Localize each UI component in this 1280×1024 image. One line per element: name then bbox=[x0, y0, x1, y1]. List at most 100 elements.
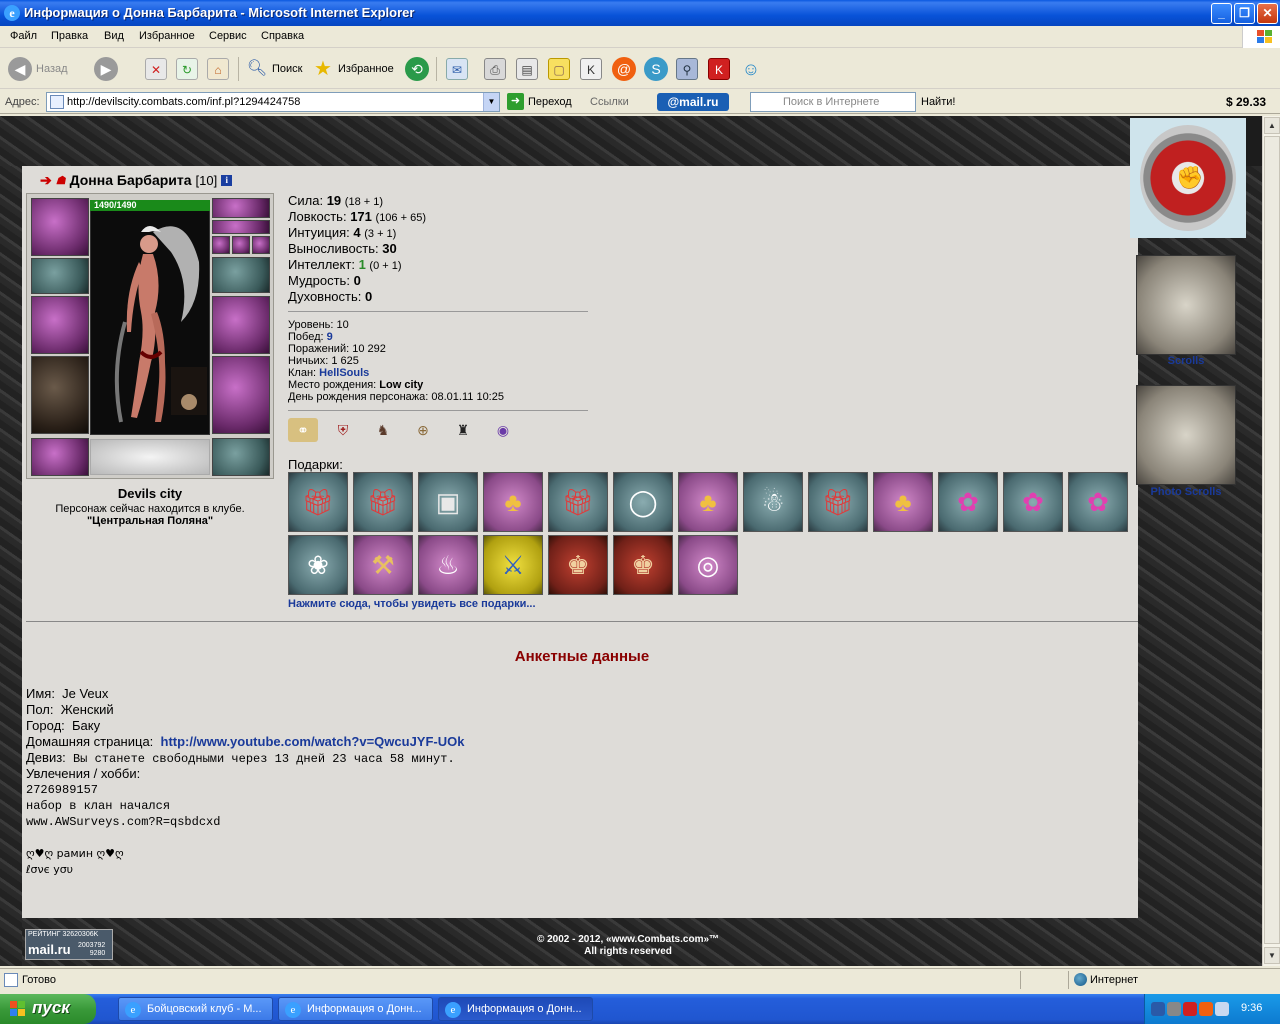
edit-button[interactable]: ▤ bbox=[516, 55, 538, 83]
jack-in-box-icon[interactable]: ♣ bbox=[678, 472, 738, 532]
minimize-button[interactable]: _ bbox=[1211, 3, 1232, 24]
scrolls-link[interactable]: Scrolls bbox=[1136, 355, 1236, 367]
web-search-input[interactable]: Поиск в Интернете bbox=[750, 92, 916, 112]
pearl-necklace-icon[interactable]: ◯ bbox=[613, 472, 673, 532]
tray-arrow-icon[interactable] bbox=[1151, 1002, 1165, 1016]
address-url[interactable]: http://devilscity.combats.com/inf.pl?129… bbox=[67, 96, 300, 108]
ring-slot-2[interactable] bbox=[232, 236, 250, 254]
mailru-logo[interactable]: @mail.ru bbox=[657, 93, 729, 111]
gift-boxes-icon[interactable]: 🎁︎ bbox=[353, 472, 413, 532]
kaspersky-button[interactable]: K bbox=[708, 55, 730, 83]
photo-camera-icon[interactable] bbox=[1136, 385, 1236, 485]
tray-kaspersky-icon[interactable] bbox=[1183, 1002, 1197, 1016]
address-input[interactable]: http://devilscity.combats.com/inf.pl?129… bbox=[46, 92, 500, 112]
wins-link[interactable]: 9 bbox=[327, 331, 333, 343]
info-icon[interactable]: i bbox=[221, 174, 233, 186]
shield-badge-icon[interactable]: ⛨ bbox=[328, 418, 358, 442]
history-button[interactable]: ⟲ bbox=[405, 55, 429, 83]
kaspersky-k-button[interactable]: K bbox=[580, 55, 602, 83]
jack-in-box-icon[interactable]: ♣ bbox=[483, 472, 543, 532]
warrior-card-icon[interactable]: ♚ bbox=[548, 535, 608, 595]
discuss-button[interactable]: ▢ bbox=[548, 55, 570, 83]
stop-button[interactable]: ✕ bbox=[145, 55, 167, 83]
chevron-down-icon[interactable]: ▼ bbox=[483, 93, 499, 111]
belt-slot[interactable] bbox=[31, 438, 89, 476]
pink-flower-icon[interactable]: ✿ bbox=[1003, 472, 1063, 532]
search-button[interactable]: 🔍︎ Поиск bbox=[246, 55, 303, 83]
pink-flower-icon[interactable]: ✿ bbox=[938, 472, 998, 532]
currency-widget[interactable]: $ 29.33 bbox=[1226, 95, 1266, 109]
mailru-rating-counter[interactable]: РЕЙТИНГ 32620306K mail.ru 2003792 9280 bbox=[25, 929, 113, 960]
scroll-down-icon[interactable]: ▼ bbox=[1264, 947, 1280, 964]
drum-icon[interactable]: ◎ bbox=[678, 535, 738, 595]
favorites-button[interactable]: ★ Избранное bbox=[312, 55, 394, 83]
taskbar-item-2[interactable]: e Информация о Донн... bbox=[278, 997, 433, 1021]
taskbar-item-3[interactable]: e Информация о Донн... bbox=[438, 997, 593, 1021]
bracers-slot[interactable] bbox=[31, 258, 89, 294]
research-button[interactable]: ⚲ bbox=[676, 55, 698, 83]
ring-badge-icon[interactable]: ⚭ bbox=[288, 418, 318, 442]
menu-tools[interactable]: Сервис bbox=[209, 30, 247, 42]
scroll-thumb[interactable] bbox=[1264, 136, 1280, 944]
bouquet-sword-icon[interactable]: ⚔ bbox=[483, 535, 543, 595]
menu-help[interactable]: Справка bbox=[261, 30, 304, 42]
links-label[interactable]: Ссылки bbox=[590, 96, 629, 108]
all-gifts-link[interactable]: Нажмите сюда, чтобы увидеть все подарки.… bbox=[288, 598, 536, 610]
jack-in-box-icon[interactable]: ♣ bbox=[873, 472, 933, 532]
print-button[interactable]: ⎙ bbox=[484, 55, 506, 83]
ring-slot-1[interactable] bbox=[212, 236, 230, 254]
messenger-button[interactable]: ☺ bbox=[740, 55, 762, 83]
start-button[interactable]: пуск bbox=[0, 994, 96, 1024]
scrolls-book-icon[interactable] bbox=[1136, 255, 1236, 355]
tray-network-icon[interactable] bbox=[1167, 1002, 1181, 1016]
menu-edit[interactable]: Правка bbox=[51, 30, 88, 42]
homepage-link[interactable]: http://www.youtube.com/watch?v=QwcuJYF-U… bbox=[161, 734, 465, 749]
close-button[interactable]: ✕ bbox=[1257, 3, 1278, 24]
back-button[interactable]: ◀ Назад bbox=[8, 55, 68, 83]
right-weapon-slot[interactable] bbox=[212, 296, 270, 354]
helmet-slot[interactable] bbox=[31, 198, 89, 256]
mail-at-button[interactable]: @ bbox=[612, 55, 636, 83]
ghost-icon[interactable]: ☃ bbox=[743, 472, 803, 532]
left-weapon-slot[interactable] bbox=[31, 296, 89, 354]
boots-slot[interactable] bbox=[212, 438, 270, 476]
find-button[interactable]: Найти! bbox=[921, 96, 955, 108]
gift-boxes-icon[interactable]: 🎁︎ bbox=[548, 472, 608, 532]
orb-badge-icon[interactable]: ◉ bbox=[488, 418, 518, 442]
menu-view[interactable]: Вид bbox=[104, 30, 124, 42]
home-button[interactable]: ⌂ bbox=[207, 55, 229, 83]
combats-fist-logo[interactable]: ✊ bbox=[1130, 118, 1246, 238]
go-button[interactable]: ➜ Переход bbox=[507, 93, 572, 110]
clan-emblem-icon[interactable]: ☗ bbox=[56, 174, 66, 187]
warrior-card-icon[interactable]: ♚ bbox=[613, 535, 673, 595]
gift-boxes-icon[interactable]: 🎁︎ bbox=[808, 472, 868, 532]
mail-button[interactable]: ✉ bbox=[446, 55, 468, 83]
white-bouquet-icon[interactable]: ❀ bbox=[288, 535, 348, 595]
compass-badge-icon[interactable]: ⊕ bbox=[408, 418, 438, 442]
vertical-scrollbar[interactable]: ▲ ▼ bbox=[1262, 116, 1280, 966]
leggings-slot[interactable] bbox=[212, 356, 270, 434]
silver-chest-icon[interactable]: ▣ bbox=[418, 472, 478, 532]
pink-flower-icon[interactable]: ✿ bbox=[1068, 472, 1128, 532]
ring-slot-3[interactable] bbox=[252, 236, 270, 254]
knight-badge-icon[interactable]: ♞ bbox=[368, 418, 398, 442]
icq-button[interactable]: S bbox=[644, 55, 668, 83]
tray-monitor-icon[interactable] bbox=[1215, 1002, 1229, 1016]
maximize-button[interactable]: ❐ bbox=[1234, 3, 1255, 24]
armor-slot[interactable] bbox=[31, 356, 89, 434]
golden-hammer-icon[interactable]: ⚒ bbox=[353, 535, 413, 595]
cake-icon[interactable]: ♨ bbox=[418, 535, 478, 595]
photo-scrolls-link[interactable]: Photo Scrolls bbox=[1136, 486, 1236, 498]
menu-favorites[interactable]: Избранное bbox=[139, 30, 195, 42]
scroll-up-icon[interactable]: ▲ bbox=[1264, 117, 1280, 134]
clan-link[interactable]: HellSouls bbox=[319, 367, 369, 379]
tray-mail-icon[interactable] bbox=[1199, 1002, 1213, 1016]
amulet-slot[interactable] bbox=[212, 220, 270, 234]
taskbar-item-1[interactable]: e Бойцовский клуб - M... bbox=[118, 997, 273, 1021]
private-message-arrow-icon[interactable]: ➔ bbox=[40, 172, 52, 189]
menu-file[interactable]: Файл bbox=[10, 30, 37, 42]
gloves-slot[interactable] bbox=[212, 257, 270, 293]
refresh-button[interactable]: ↻ bbox=[176, 55, 198, 83]
dark-mage-badge-icon[interactable]: ♜ bbox=[448, 418, 478, 442]
gift-boxes-icon[interactable]: 🎁︎ bbox=[288, 472, 348, 532]
